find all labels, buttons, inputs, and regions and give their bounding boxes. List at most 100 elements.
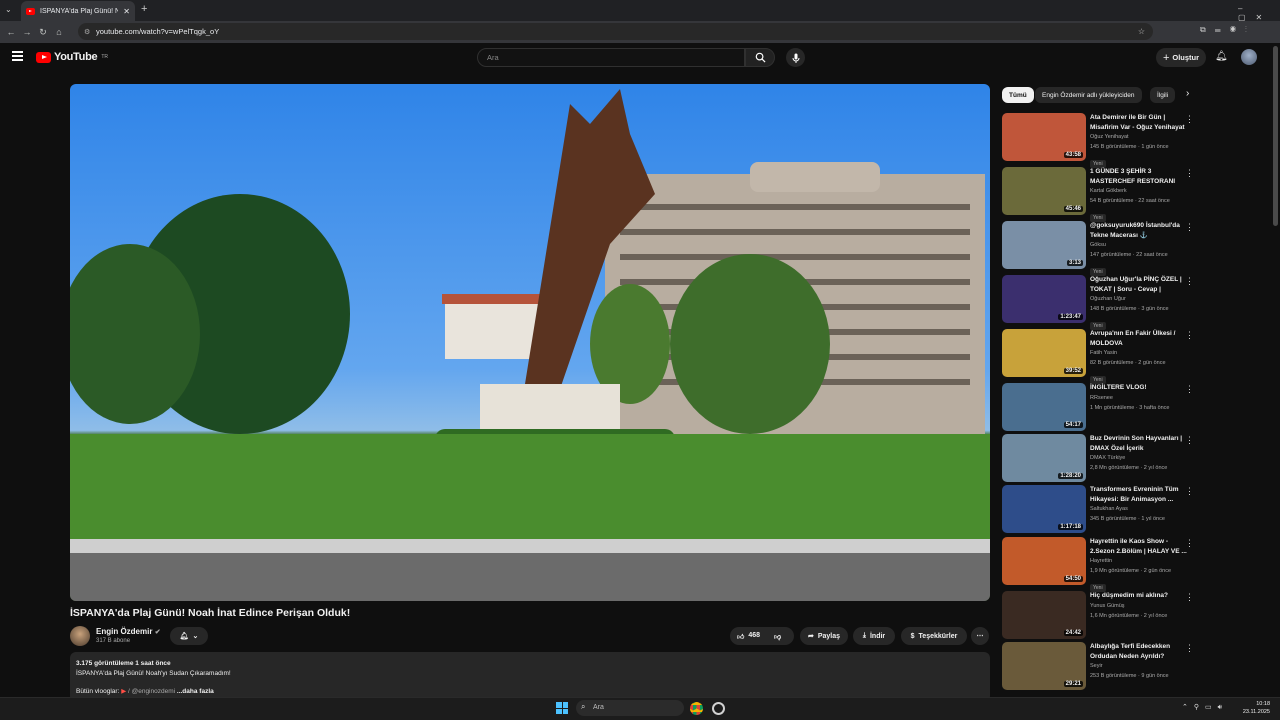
chip-all[interactable]: Tümü	[1002, 87, 1034, 103]
recommendation-title[interactable]: İNGİLTERE VLOG!	[1090, 383, 1190, 393]
channel-name[interactable]: Engin Özdemir ✔	[96, 627, 161, 636]
notifications-bell-icon[interactable]: 🔔︎	[1215, 51, 1228, 62]
more-options-icon[interactable]: ⋮	[1185, 330, 1194, 341]
more-options-icon[interactable]: ⋮	[1185, 435, 1194, 446]
menu-icon[interactable]	[12, 51, 23, 61]
show-more-link[interactable]: ...daha fazla	[177, 688, 214, 695]
video-player[interactable]	[70, 84, 990, 601]
recommendation-item[interactable]: 45:46 1 GÜNDE 3 ŞEHİR 3 MASTERCHEF RESTO…	[1002, 167, 1194, 222]
new-tab-icon[interactable]: +	[141, 3, 147, 15]
recommendation-item[interactable]: 3:13 @goksuyuruk690 İstanbul'da Tekne Ma…	[1002, 221, 1194, 276]
site-info-icon[interactable]: ⚙	[84, 28, 90, 36]
system-tray-icons[interactable]: ⌃⚲▭🔊︎	[1182, 703, 1228, 712]
download-button[interactable]: ⤓ İndir	[853, 627, 895, 645]
recommendation-title[interactable]: 1 GÜNDE 3 ŞEHİR 3 MASTERCHEF RESTORANI	[1090, 167, 1190, 186]
youtube-logo[interactable]: YouTube TR	[36, 51, 108, 63]
page-scrollbar[interactable]	[1273, 46, 1278, 226]
recommendation-channel[interactable]: Saltukhan Ayas	[1090, 504, 1190, 514]
share-button[interactable]: ➦ Paylaş	[800, 627, 848, 645]
recommendation-title[interactable]: Hayrettin ile Kaos Show - 2.Sezon 2.Bölü…	[1090, 537, 1190, 556]
recommendation-title[interactable]: Oğuzhan Uğur'la PİNÇ ÖZEL | TOKAT | Soru…	[1090, 275, 1190, 294]
recorder-taskbar-icon[interactable]	[712, 702, 725, 715]
channel-avatar[interactable]	[70, 626, 90, 646]
more-options-icon[interactable]: ⋮	[1185, 384, 1194, 395]
more-actions-button[interactable]: ⋯	[971, 627, 989, 645]
recommendation-title[interactable]: Ata Demirer ile Bir Gün | Misafirim Var …	[1090, 113, 1190, 132]
chrome-taskbar-icon[interactable]	[690, 702, 703, 715]
recommendation-thumbnail[interactable]: 1:28:20	[1002, 434, 1086, 482]
search-input[interactable]: Ara	[477, 48, 745, 67]
chip-related[interactable]: İlgili	[1150, 87, 1175, 103]
recommendation-item[interactable]: 24:42 Hiç düşmedim mi aklına? Yunus Gümüş…	[1002, 591, 1194, 639]
forward-icon[interactable]: →	[19, 21, 35, 43]
search-button[interactable]	[745, 48, 775, 67]
recommendation-item[interactable]: 39:52 Avrupa'nın En Fakir Ülkesi / MOLDO…	[1002, 329, 1194, 384]
recommendation-item[interactable]: 54:17 İNGİLTERE VLOG! RRsenee 1 Mn görüntü…	[1002, 383, 1194, 431]
recommendation-channel[interactable]: Fatih Yasin	[1090, 348, 1190, 358]
recommendation-item[interactable]: 1:17:18 Transformers Evreninin Tüm Hikay…	[1002, 485, 1194, 533]
recommendation-thumbnail[interactable]: 1:17:18	[1002, 485, 1086, 533]
recommendation-thumbnail[interactable]: 54:50	[1002, 537, 1086, 585]
more-options-icon[interactable]: ⋮	[1185, 538, 1194, 549]
recommendation-item[interactable]: 1:28:20 Buz Devrinin Son Hayvanları | DM…	[1002, 434, 1194, 482]
recommendation-title[interactable]: Hiç düşmedim mi aklına?	[1090, 591, 1190, 601]
recommendation-thumbnail[interactable]: 45:46	[1002, 167, 1086, 215]
window-controls[interactable]: –▢✕	[1238, 4, 1280, 22]
recommendation-item[interactable]: 43:58 Ata Demirer ile Bir Gün | Misafiri…	[1002, 113, 1194, 168]
recommendation-channel[interactable]: Oğuz Yenihayat	[1090, 132, 1190, 142]
recommendation-item[interactable]: 1:23:47 Oğuzhan Uğur'la PİNÇ ÖZEL | TOKA…	[1002, 275, 1194, 330]
reload-icon[interactable]: ↻	[35, 21, 51, 43]
more-options-icon[interactable]: ⋮	[1185, 486, 1194, 497]
thanks-button[interactable]: $ Teşekkürler	[901, 627, 967, 645]
close-tab-icon[interactable]: ✕	[123, 7, 130, 16]
more-options-icon[interactable]: ⋮	[1185, 114, 1194, 125]
home-icon[interactable]: ⌂	[51, 21, 67, 43]
address-bar[interactable]: ⚙ youtube.com/watch?v=wPelTqgk_oY ☆	[78, 23, 1153, 40]
chip-from-uploader[interactable]: Engin Özdemir adlı yükleyiciden	[1035, 87, 1142, 103]
recommendation-title[interactable]: @goksuyuruk690 İstanbul'da Tekne Maceras…	[1090, 221, 1190, 240]
windows-start-icon[interactable]	[556, 702, 568, 714]
recommendation-channel[interactable]: Yunus Gümüş	[1090, 601, 1190, 611]
more-options-icon[interactable]: ⋮	[1185, 222, 1194, 233]
recommendation-channel[interactable]: Göksu	[1090, 240, 1190, 250]
bookmark-star-icon[interactable]: ☆	[1138, 27, 1145, 36]
subscription-bell-button[interactable]: 🔔︎ ⌄	[170, 627, 208, 645]
recommendation-thumbnail[interactable]: 39:52	[1002, 329, 1086, 377]
recommendation-thumbnail[interactable]: 54:17	[1002, 383, 1086, 431]
more-options-icon[interactable]: ⋮	[1185, 592, 1194, 603]
recommendation-channel[interactable]: Seyir	[1090, 661, 1190, 671]
browser-extension-icons[interactable]: ⧉☰◉⋮	[1200, 25, 1256, 35]
chevron-right-icon[interactable]: ›	[1186, 88, 1189, 99]
more-options-icon[interactable]: ⋮	[1185, 276, 1194, 287]
taskbar-search-input[interactable]: Ara	[576, 700, 684, 716]
voice-search-button[interactable]	[786, 48, 805, 67]
recommendation-thumbnail[interactable]: 24:42	[1002, 591, 1086, 639]
recommendation-item[interactable]: 54:50 Hayrettin ile Kaos Show - 2.Sezon …	[1002, 537, 1194, 592]
recommendation-thumbnail[interactable]: 29:21	[1002, 642, 1086, 690]
dislike-button[interactable]: 👎︎	[774, 632, 781, 641]
recommendation-title[interactable]: Transformers Evreninin Tüm Hikayesi: Bir…	[1090, 485, 1190, 504]
recommendation-item[interactable]: 29:21 Albaylığa Terfi Edecekken Ordudan …	[1002, 642, 1194, 690]
create-button[interactable]: + Oluştur	[1156, 48, 1206, 67]
more-options-icon[interactable]: ⋮	[1185, 168, 1194, 179]
back-icon[interactable]: ←	[3, 21, 19, 43]
recommendation-channel[interactable]: DMAX Türkiye	[1090, 453, 1190, 463]
recommendation-thumbnail[interactable]: 1:23:47	[1002, 275, 1086, 323]
browser-tab[interactable]: İSPANYA'da Plaj Günü! Noah İnat ✕	[21, 1, 135, 21]
like-button[interactable]: 👍︎ 468	[737, 632, 760, 641]
recommendation-channel[interactable]: Kartal Gökberk	[1090, 186, 1190, 196]
more-options-icon[interactable]: ⋮	[1185, 643, 1194, 654]
recommendation-channel[interactable]: Oğuzhan Uğur	[1090, 294, 1190, 304]
description-link[interactable]: / @enginozdemi	[128, 688, 175, 695]
recommendation-title[interactable]: Albaylığa Terfi Edecekken Ordudan Neden …	[1090, 642, 1190, 661]
tab-search-icon[interactable]: ⌄	[5, 5, 12, 14]
account-avatar[interactable]	[1241, 49, 1257, 65]
recommendation-thumbnail[interactable]: 3:13	[1002, 221, 1086, 269]
recommendation-channel[interactable]: RRsenee	[1090, 393, 1190, 403]
description-box[interactable]: 3.175 görüntüleme 1 saat önce İSPANYA'da…	[70, 652, 990, 702]
recommendation-title[interactable]: Avrupa'nın En Fakir Ülkesi / MOLDOVA	[1090, 329, 1190, 348]
taskbar-clock[interactable]: 10:18 23.11.2025	[1236, 700, 1270, 716]
recommendation-channel[interactable]: Hayrettin	[1090, 556, 1190, 566]
recommendation-title[interactable]: Buz Devrinin Son Hayvanları | DMAX Özel …	[1090, 434, 1190, 453]
recommendation-thumbnail[interactable]: 43:58	[1002, 113, 1086, 161]
